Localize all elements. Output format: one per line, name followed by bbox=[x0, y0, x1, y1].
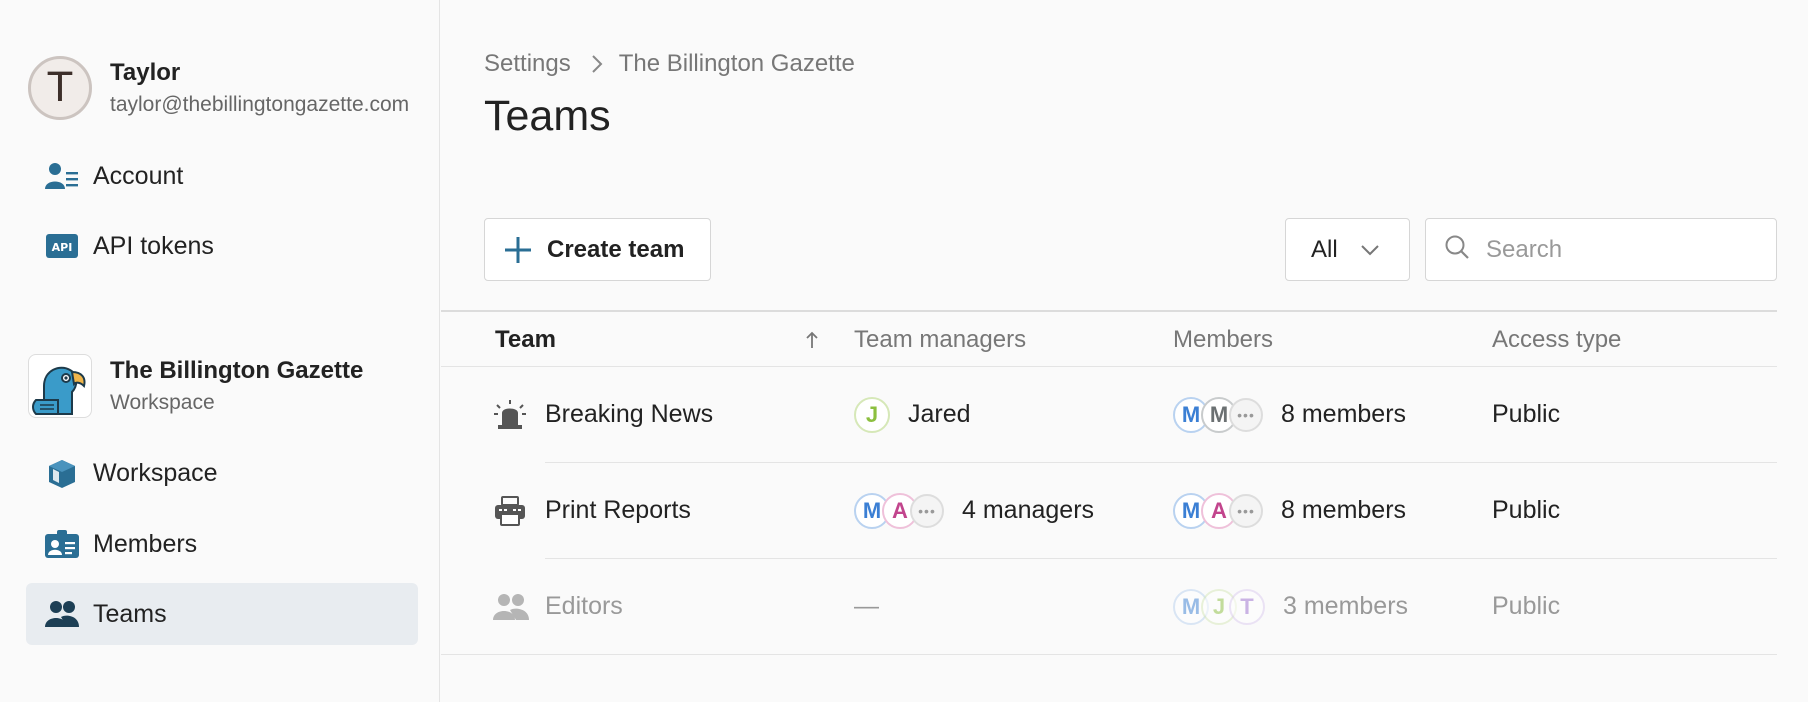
sort-ascending-icon[interactable] bbox=[805, 312, 819, 367]
table-header: Team Team managers Members Access type bbox=[441, 310, 1777, 367]
siren-icon bbox=[493, 367, 527, 462]
sidebar-item-account[interactable]: Account bbox=[26, 145, 418, 207]
members-cell: M J T 3 members bbox=[1173, 559, 1408, 654]
printer-icon bbox=[493, 463, 527, 558]
svg-text:API: API bbox=[52, 241, 73, 254]
row-divider bbox=[441, 654, 1777, 655]
column-header-members[interactable]: Members bbox=[1173, 312, 1273, 367]
access-type: Public bbox=[1492, 400, 1561, 428]
column-header-access[interactable]: Access type bbox=[1492, 312, 1621, 367]
user-email: taylor@thebillingtongazette.com bbox=[110, 93, 410, 116]
chevron-down-icon bbox=[1360, 244, 1380, 256]
teams-icon bbox=[44, 596, 80, 632]
members-cell: M M ••• 8 members bbox=[1173, 367, 1406, 462]
sidebar-item-api-tokens[interactable]: API API tokens bbox=[26, 215, 418, 277]
column-header-team[interactable]: Team bbox=[495, 312, 556, 367]
members-label: 3 members bbox=[1283, 592, 1409, 620]
more-avatars-icon: ••• bbox=[910, 493, 944, 528]
table-row[interactable]: Editors — M J T 3 members Public bbox=[441, 559, 1777, 655]
managers-label: Jared bbox=[908, 400, 971, 428]
sidebar-item-label: Workspace bbox=[93, 458, 218, 487]
search-icon bbox=[1444, 234, 1470, 265]
team-name[interactable]: Editors bbox=[545, 559, 623, 654]
breadcrumb-current[interactable]: The Billington Gazette bbox=[619, 50, 855, 78]
managers-cell: J Jared bbox=[854, 367, 971, 462]
sidebar-item-teams[interactable]: Teams bbox=[26, 583, 418, 645]
sidebar-item-members[interactable]: Members bbox=[26, 513, 418, 575]
access-type: Public bbox=[1492, 592, 1561, 620]
access-filter-select[interactable]: All bbox=[1285, 218, 1410, 281]
sidebar-item-label: Account bbox=[93, 161, 184, 190]
user-name: Taylor bbox=[110, 59, 181, 86]
members-label: 8 members bbox=[1281, 496, 1407, 524]
main-content: Settings The Billington Gazette Teams Cr… bbox=[441, 0, 1808, 702]
search-box bbox=[1425, 218, 1777, 281]
api-icon: API bbox=[44, 228, 80, 264]
manager-avatars: J bbox=[854, 396, 890, 433]
workspace-switcher[interactable]: The Billington Gazette Workspace bbox=[28, 354, 363, 418]
avatar: J bbox=[854, 396, 890, 433]
filter-value: All bbox=[1311, 235, 1338, 263]
breadcrumb: Settings The Billington Gazette bbox=[484, 50, 855, 78]
plus-icon bbox=[503, 235, 533, 265]
workspace-icon bbox=[44, 455, 80, 491]
manager-avatars: M A ••• bbox=[854, 492, 944, 529]
sidebar-item-label: Members bbox=[93, 529, 198, 558]
table-row[interactable]: Breaking News J Jared M M ••• 8 members … bbox=[441, 367, 1777, 463]
access-type: Public bbox=[1492, 496, 1561, 524]
parrot-logo bbox=[28, 354, 92, 418]
managers-label: — bbox=[854, 592, 879, 620]
sidebar: T Taylor taylor@thebillingtongazette.com… bbox=[0, 0, 440, 702]
page-title: Teams bbox=[484, 92, 611, 140]
search-input[interactable] bbox=[1486, 235, 1756, 264]
workspace-subtitle: Workspace bbox=[110, 391, 215, 414]
create-team-label: Create team bbox=[547, 235, 685, 263]
members-icon bbox=[44, 526, 80, 562]
managers-cell: M A ••• 4 managers bbox=[854, 463, 1094, 558]
sidebar-item-workspace[interactable]: Workspace bbox=[26, 442, 418, 504]
teams-table: Team Team managers Members Access type B… bbox=[441, 310, 1777, 655]
table-row[interactable]: Print Reports M A ••• 4 managers M A •••… bbox=[441, 463, 1777, 559]
create-team-button[interactable]: Create team bbox=[484, 218, 711, 281]
sidebar-item-label: Teams bbox=[93, 599, 167, 628]
account-icon bbox=[44, 158, 80, 194]
sidebar-item-label: API tokens bbox=[93, 231, 214, 260]
team-name[interactable]: Print Reports bbox=[545, 463, 691, 558]
workspace-name: The Billington Gazette bbox=[110, 357, 364, 384]
member-avatars: M A ••• bbox=[1173, 492, 1263, 529]
more-avatars-icon: ••• bbox=[1229, 397, 1263, 432]
avatar: T bbox=[1229, 588, 1265, 625]
user-profile[interactable]: T Taylor taylor@thebillingtongazette.com bbox=[28, 56, 430, 120]
managers-label: 4 managers bbox=[962, 496, 1095, 524]
team-name[interactable]: Breaking News bbox=[545, 367, 713, 462]
more-avatars-icon: ••• bbox=[1229, 493, 1263, 528]
column-header-managers[interactable]: Team managers bbox=[854, 312, 1026, 367]
people-icon bbox=[493, 559, 529, 654]
breadcrumb-settings-link[interactable]: Settings bbox=[484, 50, 571, 78]
avatar: T bbox=[28, 56, 92, 120]
member-avatars: M J T bbox=[1173, 588, 1265, 625]
member-avatars: M M ••• bbox=[1173, 396, 1263, 433]
chevron-right-icon bbox=[591, 54, 603, 74]
members-label: 8 members bbox=[1281, 400, 1407, 428]
members-cell: M A ••• 8 members bbox=[1173, 463, 1406, 558]
